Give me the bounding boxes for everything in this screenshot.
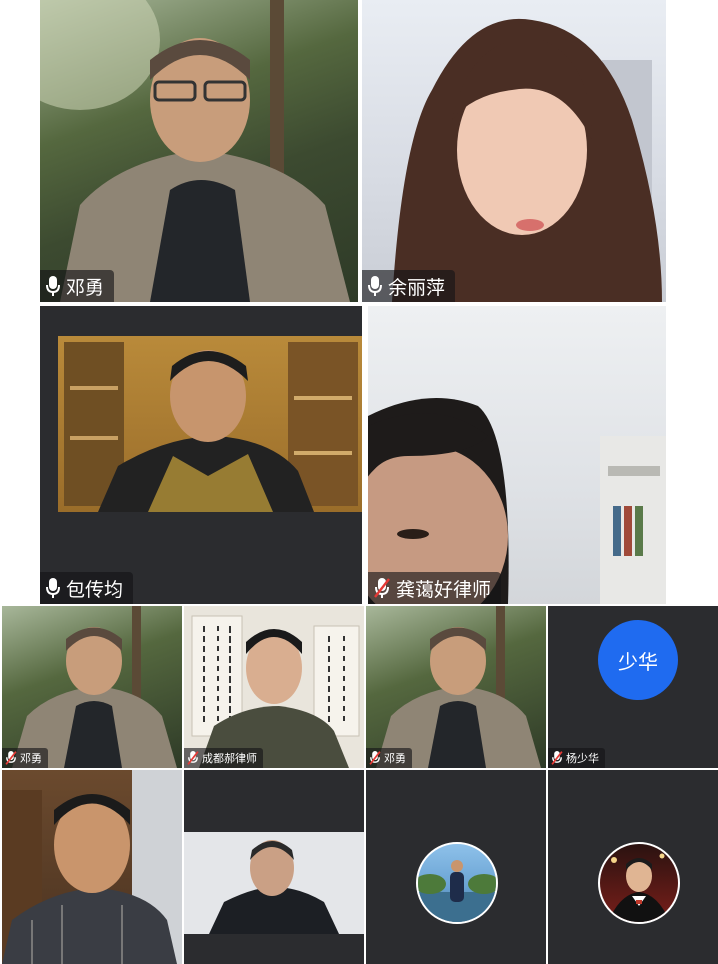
participant-video (362, 0, 666, 302)
mic-muted-icon (551, 751, 566, 765)
participant-video (2, 770, 182, 964)
participant-video (2, 606, 182, 768)
participant-name: 余丽萍 (388, 276, 446, 299)
participant-video (40, 0, 358, 302)
participant-name: 邓勇 (384, 752, 406, 765)
participant-name-tag: 邓勇 (40, 270, 115, 302)
participant-avatar (416, 842, 498, 924)
participant-name: 杨少华 (566, 752, 599, 765)
participant-name: 邓勇 (66, 276, 105, 299)
mic-icon (46, 578, 66, 598)
participant-name: 邓勇 (20, 752, 42, 765)
participant-name-tag: 邓勇 (2, 748, 48, 768)
video-tile-yu-liping[interactable]: 余丽萍 (362, 0, 666, 302)
avatar-initials: 少华 (618, 649, 658, 674)
participant-name-tag: 余丽萍 (362, 270, 456, 302)
video-tile-gong-aihao[interactable]: 龚蔼好律师 (368, 306, 666, 604)
video-tile-bao-chuanjun[interactable]: 包传均 (40, 306, 362, 604)
participant-name-tag: 龚蔼好律师 (368, 572, 502, 604)
video-tile-participant-11[interactable] (366, 770, 546, 964)
video-tile-deng-yong-1[interactable]: 邓勇 (2, 606, 182, 768)
participant-name-tag: 杨少华 (548, 748, 605, 768)
video-tile-participant-10[interactable] (184, 770, 364, 964)
participant-video (366, 606, 546, 768)
mic-muted-icon (374, 578, 396, 598)
participant-name-tag: 包传均 (40, 572, 134, 604)
participant-video (58, 336, 362, 512)
mic-muted-icon (187, 751, 202, 765)
participant-video (368, 306, 666, 604)
participant-name-tag: 成都郝律师 (184, 748, 263, 768)
participant-name: 成都郝律师 (202, 752, 257, 765)
mic-icon (368, 276, 388, 296)
video-tile-deng-yong-2[interactable]: 邓勇 (366, 606, 546, 768)
mic-muted-icon (369, 751, 384, 765)
participant-name: 龚蔼好律师 (396, 578, 492, 601)
video-tile-deng-yong[interactable]: 邓勇 (40, 0, 358, 302)
participant-video (184, 832, 364, 934)
mic-icon (46, 276, 66, 296)
video-tile-participant-12[interactable] (548, 770, 718, 964)
video-tile-participant-9[interactable] (2, 770, 182, 964)
participant-video (184, 606, 364, 768)
participant-name-tag: 邓勇 (366, 748, 412, 768)
mic-muted-icon (5, 751, 20, 765)
participant-avatar (598, 842, 680, 924)
video-tile-chengdu-hao[interactable]: 成都郝律师 (184, 606, 364, 768)
participant-avatar: 少华 (598, 620, 678, 700)
video-tile-yang-shaohua[interactable]: 少华 杨少华 (548, 606, 718, 768)
participant-name: 包传均 (66, 578, 124, 601)
